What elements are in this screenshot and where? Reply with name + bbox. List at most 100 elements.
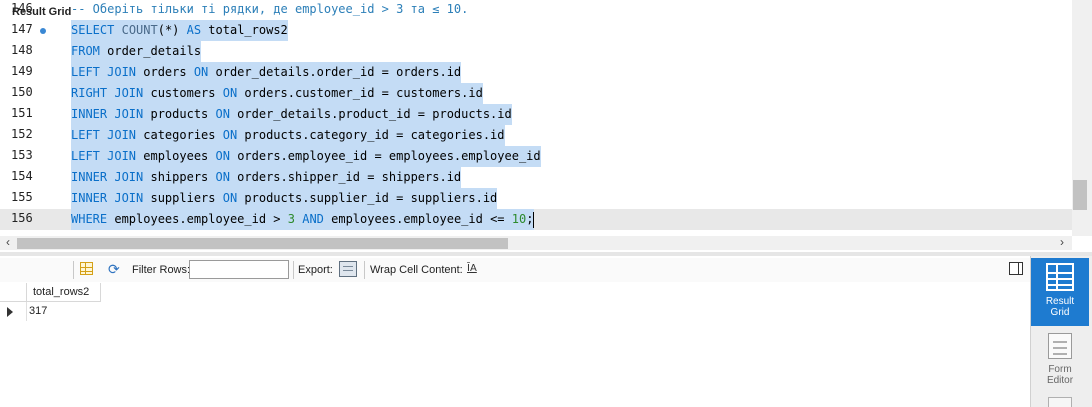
code-token: products [143, 107, 216, 121]
result-grid-tab-label[interactable]: Result Grid [12, 4, 71, 20]
export-icon[interactable] [339, 261, 357, 277]
editor-horizontal-scroll-thumb[interactable] [17, 238, 508, 249]
code-token: WHERE [71, 212, 108, 226]
toggle-side-panel-icon[interactable] [1009, 262, 1023, 275]
form-editor-icon [1048, 333, 1072, 359]
toolbar-separator [73, 261, 74, 279]
code-token: ON [222, 86, 238, 100]
code-token: AND [302, 212, 324, 226]
editor-vertical-scroll-thumb[interactable] [1073, 180, 1087, 210]
grid-layout-icon[interactable] [80, 262, 93, 275]
code-token: ON [222, 128, 238, 142]
code-line[interactable]: 155 INNER JOIN suppliers ON products.supp… [0, 188, 1072, 209]
code-token: (*) [157, 23, 187, 37]
result-grid-icon [1046, 263, 1074, 291]
code-text[interactable]: WHERE employees.employee_id > 3 AND empl… [71, 209, 535, 230]
code-token: orders.shipper_id = shippers.id [229, 170, 462, 184]
code-line[interactable]: 156 WHERE employees.employee_id > 3 AND e… [0, 209, 1072, 230]
toolbar-separator [293, 261, 294, 279]
code-token: order_details.order_id = orders.id [208, 65, 462, 79]
field-types-icon[interactable] [1048, 397, 1072, 407]
code-line[interactable]: 148 FROM order_details [0, 41, 1072, 62]
code-text[interactable]: LEFT JOIN orders ON order_details.order_… [71, 62, 462, 83]
statement-marker-icon [40, 28, 46, 34]
panel-splitter[interactable] [0, 252, 1092, 256]
line-number: 150 [11, 85, 33, 99]
scroll-left-icon[interactable]: ‹ [6, 235, 10, 249]
result-grid-label-line1: Result [1045, 296, 1075, 307]
code-text[interactable]: INNER JOIN shippers ON orders.shipper_id… [71, 167, 462, 188]
grid-corner[interactable] [0, 283, 27, 302]
code-token: shippers [143, 170, 216, 184]
code-token: 10 [511, 212, 527, 226]
code-line[interactable]: 150 RIGHT JOIN customers ON orders.custom… [0, 83, 1072, 104]
line-number: 154 [11, 169, 33, 183]
code-token: orders.employee_id = employees.employee_… [229, 149, 541, 163]
code-text[interactable]: SELECT COUNT(*) AS total_rows2 [71, 20, 288, 41]
code-token: order_details [99, 44, 202, 58]
line-number: 147 [11, 22, 33, 36]
line-number: 156 [11, 211, 33, 225]
line-number: 151 [11, 106, 33, 120]
code-line[interactable]: 153 LEFT JOIN employees ON orders.employe… [0, 146, 1072, 167]
filter-rows-label: Filter Rows: [132, 264, 191, 276]
code-text[interactable]: FROM order_details [71, 41, 202, 62]
form-editor-view-button[interactable]: Form Editor [1031, 330, 1089, 386]
code-token: employees [136, 149, 216, 163]
code-token: total_rows2 [201, 23, 288, 37]
current-row-arrow-icon [7, 307, 13, 317]
code-line[interactable]: 154 INNER JOIN shippers ON orders.shipper… [0, 167, 1072, 188]
code-token: INNER JOIN [71, 170, 144, 184]
form-editor-label-line1: Form [1048, 364, 1072, 375]
sql-editor[interactable]: 146 -- Оберіть тільки ті рядки, де employ… [0, 0, 1092, 236]
result-grid-view-button[interactable]: Result Grid [1031, 258, 1089, 326]
line-number: 155 [11, 190, 33, 204]
code-token: LEFT JOIN [71, 149, 137, 163]
line-number: 149 [11, 64, 33, 78]
wrap-cell-content-label: Wrap Cell Content: [370, 264, 463, 276]
code-token: ON [215, 107, 230, 121]
code-token: products.supplier_id = suppliers.id [237, 191, 498, 205]
wrap-text-icon[interactable]: ĪA [467, 263, 477, 274]
grid-cell[interactable]: 317 [29, 302, 47, 321]
code-token: FROM [71, 44, 100, 58]
result-grid-label-line2: Grid [1050, 307, 1070, 318]
code-token: order_details.product_id = products.id [229, 107, 512, 121]
filter-rows-input[interactable] [189, 260, 289, 279]
scroll-right-icon[interactable]: › [1060, 235, 1064, 249]
code-text[interactable]: RIGHT JOIN customers ON orders.customer_… [71, 83, 483, 104]
code-token: SELECT [71, 23, 115, 37]
code-token: employees.employee_id > [107, 212, 288, 226]
code-text[interactable]: INNER JOIN suppliers ON products.supplie… [71, 188, 498, 209]
code-token: ON [222, 191, 238, 205]
code-line[interactable]: 146 -- Оберіть тільки ті рядки, де employ… [0, 0, 1072, 20]
refresh-icon[interactable]: ⟳ [108, 261, 120, 278]
code-text[interactable]: INNER JOIN products ON order_details.pro… [71, 104, 512, 125]
column-header-total-rows2[interactable]: total_rows2 [27, 283, 101, 302]
export-label: Export: [298, 264, 333, 276]
code-token: INNER JOIN [71, 191, 144, 205]
code-text[interactable]: LEFT JOIN categories ON products.categor… [71, 125, 505, 146]
code-line[interactable]: 152 LEFT JOIN categories ON products.cate… [0, 125, 1072, 146]
code-token: employees.employee_id <= [323, 212, 512, 226]
form-editor-label-line2: Editor [1046, 375, 1074, 386]
code-line[interactable]: 147 SELECT COUNT(*) AS total_rows2 [0, 20, 1072, 41]
line-number: 148 [11, 43, 33, 57]
code-line[interactable]: 151 INNER JOIN products ON order_details.… [0, 104, 1072, 125]
code-token: ; [526, 212, 534, 226]
code-token: ON [215, 170, 230, 184]
code-token: orders [136, 65, 194, 79]
code-token: INNER JOIN [71, 107, 144, 121]
line-number: 153 [11, 148, 33, 162]
code-token: LEFT JOIN [71, 128, 137, 142]
code-text[interactable]: -- Оберіть тільки ті рядки, де employee_… [71, 0, 468, 20]
code-token: products.category_id = categories.id [237, 128, 505, 142]
code-text[interactable]: LEFT JOIN employees ON orders.employee_i… [71, 146, 541, 167]
row-header[interactable] [0, 302, 27, 321]
code-line[interactable]: 149 LEFT JOIN orders ON order_details.ord… [0, 62, 1072, 83]
code-token: suppliers [143, 191, 223, 205]
line-number: 152 [11, 127, 33, 141]
text-caret [533, 211, 535, 228]
code-token: 3 [287, 212, 295, 226]
result-grid [0, 283, 1030, 407]
